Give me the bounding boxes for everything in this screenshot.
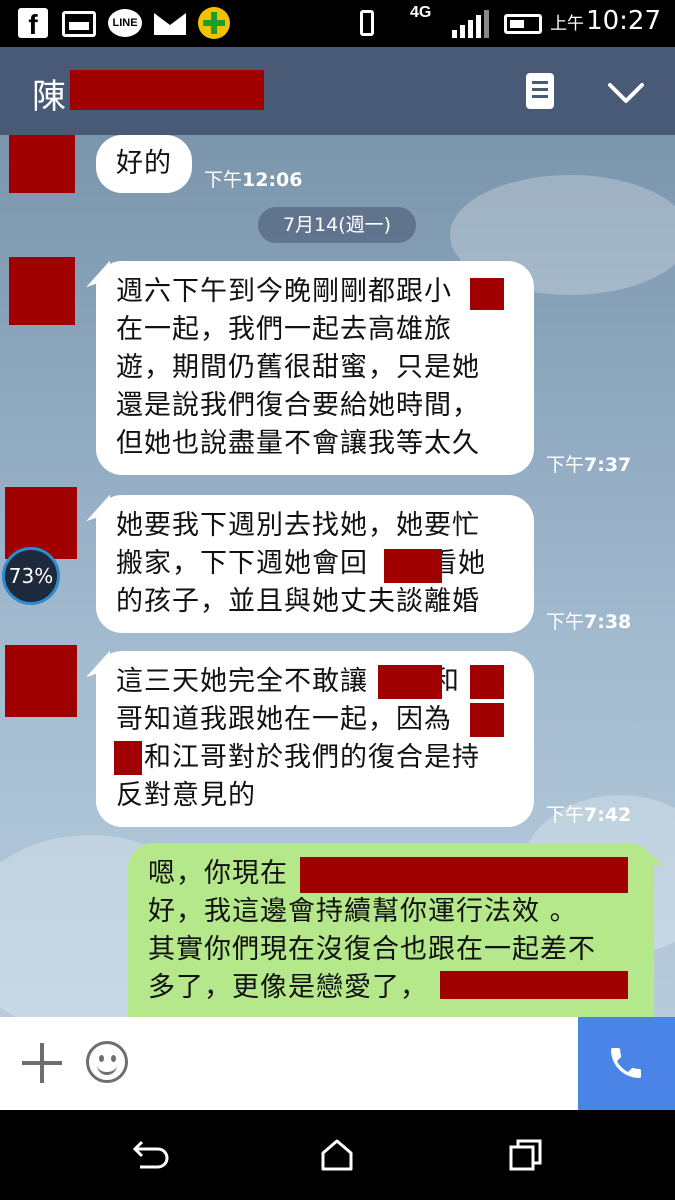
facebook-icon: f <box>18 8 48 40</box>
back-icon[interactable] <box>132 1138 170 1172</box>
status-bar: f LINE 4G 上午10:27 <box>0 0 675 47</box>
message-bubble-sent[interactable]: 嗯，你現在 好，我這邊會持續幫你運行法效 。 其實你們現在沒復合也跟在一起差不 … <box>128 843 664 1017</box>
chat-header: 陳 <box>0 47 675 135</box>
chat-area[interactable]: 好的 下午12:06 7月14(週一) 週六下午到今晚剛剛都跟小 在一起，我們一… <box>0 135 675 1017</box>
avatar[interactable] <box>9 135 75 193</box>
message-time: 下午7:37 <box>546 454 632 476</box>
mail-icon <box>154 13 186 35</box>
message-text: 好，我這邊會持續幫你運行法效 。 <box>148 896 578 927</box>
vibrate-icon <box>360 10 374 36</box>
network-type: 4G <box>410 4 432 21</box>
redaction-block <box>300 857 628 893</box>
status-clock: 上午10:27 <box>550 6 661 36</box>
battery-badge: 73% <box>2 547 60 605</box>
redaction-block <box>470 665 504 699</box>
emoji-icon[interactable] <box>86 1041 128 1083</box>
message-text: 在一起，我們一起去高雄旅 <box>116 314 452 345</box>
signal-icon <box>452 10 489 38</box>
message-bubble[interactable]: 好的 <box>96 135 192 193</box>
gallery-icon <box>62 11 96 37</box>
redaction-block <box>378 665 442 699</box>
message-bubble[interactable]: 她要我下週別去找她，她要忙 搬家，下下週她會回 看她 的孩子，並且與她丈夫談離婚 <box>86 494 534 633</box>
message-text: 哥知道我跟她在一起，因為 <box>116 704 452 735</box>
chat-title: 陳 <box>32 77 66 117</box>
redaction-block <box>470 703 504 737</box>
message-text: 好的 <box>116 148 172 179</box>
message-input-bar <box>0 1017 675 1110</box>
line-icon: LINE <box>108 9 142 37</box>
system-nav-bar <box>0 1110 675 1200</box>
message-bubble[interactable]: 這三天她完全不敢讓和 哥知道我跟她在一起，因為 和江哥對於我們的復合是持 反對意… <box>86 650 534 827</box>
redaction-block <box>470 278 504 310</box>
message-time: 下午7:42 <box>546 804 632 826</box>
recents-icon[interactable] <box>508 1138 544 1172</box>
message-bubble[interactable]: 週六下午到今晚剛剛都跟小 在一起，我們一起去高雄旅 遊，期間仍舊很甜蜜，只是她 … <box>86 260 534 475</box>
message-text: 這三天她完全不敢讓和 <box>116 666 460 697</box>
home-icon[interactable] <box>320 1138 354 1172</box>
message-text: 她要我下週別去找她，她要忙 <box>116 510 480 541</box>
message-time: 下午7:38 <box>546 611 632 633</box>
avatar[interactable] <box>9 257 75 325</box>
redaction-block <box>70 70 264 110</box>
battery-icon <box>504 14 542 34</box>
message-text: 其實你們現在沒復合也跟在一起差不 <box>148 934 596 965</box>
message-text: 的孩子，並且與她丈夫談離婚 <box>116 586 480 617</box>
chevron-down-icon[interactable] <box>606 77 646 107</box>
message-text: 週六下午到今晚剛剛都跟小 <box>116 276 452 307</box>
redaction-block <box>440 971 628 999</box>
avatar[interactable] <box>5 645 77 717</box>
message-text: 還是說我們復合要給她時間， <box>116 390 480 421</box>
message-text: 搬家，下下週她會回 看她 <box>116 548 486 579</box>
date-divider: 7月14(週一) <box>258 207 416 243</box>
message-text: 反對意見的 <box>116 780 256 811</box>
message-text: 但她也說盡量不會讓我等太久 <box>116 428 480 459</box>
plus-icon[interactable] <box>22 1043 62 1083</box>
message-time: 下午12:06 <box>204 169 303 191</box>
redaction-block <box>114 741 142 775</box>
memo-icon[interactable] <box>526 73 554 109</box>
message-text: 遊，期間仍舊很甜蜜，只是她 <box>116 352 480 383</box>
phone-icon <box>611 1048 641 1078</box>
message-text: 和江哥對於我們的復合是持 <box>144 742 480 773</box>
redaction-block <box>384 549 442 583</box>
call-button[interactable] <box>578 1017 675 1110</box>
plus-app-icon <box>198 7 230 39</box>
